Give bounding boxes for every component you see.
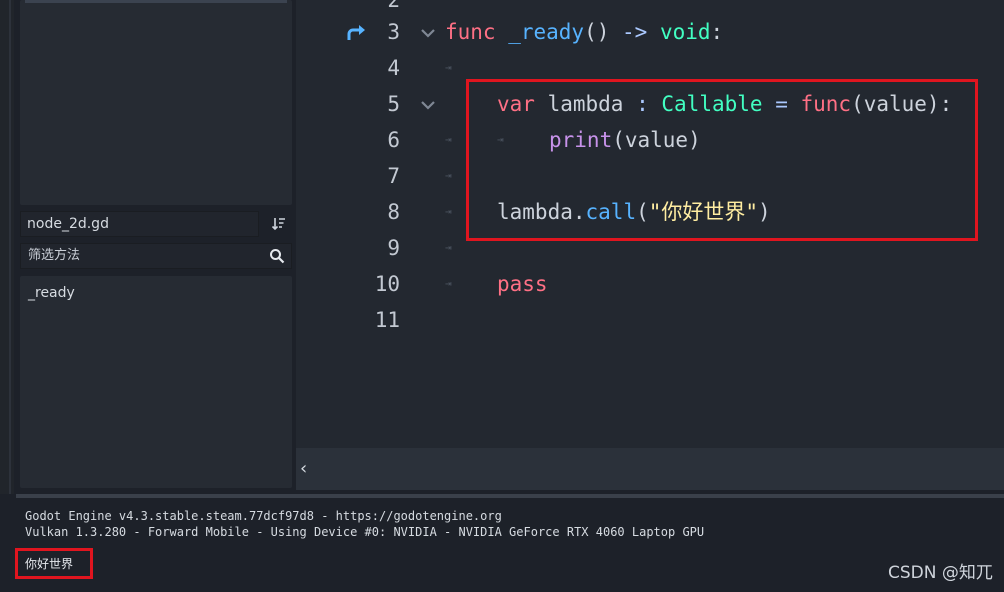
line-number: 8	[387, 200, 400, 224]
highlight-box	[466, 79, 978, 241]
left-dock-edge	[0, 0, 14, 494]
line-number: 10	[374, 272, 400, 296]
sort-icon	[271, 218, 285, 231]
code-arrow: ->	[609, 20, 648, 44]
line-number: 4	[387, 56, 400, 80]
tab-marker-icon: ⇥	[445, 133, 452, 146]
tab-marker-icon: ⇥	[445, 61, 452, 74]
methods-list	[20, 276, 292, 488]
code-keyword: pass	[497, 272, 548, 296]
code-function-name: _ready	[495, 20, 585, 44]
watermark: CSDN @知兀	[888, 563, 993, 583]
editor-status-bar	[296, 448, 1004, 490]
tab-marker-icon: ⇥	[445, 241, 452, 254]
output-line: Godot Engine v4.3.stable.steam.77dcf97d8…	[25, 509, 502, 523]
sort-button[interactable]	[266, 211, 292, 237]
fold-chevron-icon[interactable]	[419, 27, 437, 39]
scripts-list[interactable]	[20, 0, 292, 205]
code-parens: ()	[584, 20, 610, 44]
highlight-box	[15, 548, 93, 579]
line-number: 7	[387, 164, 400, 188]
tab-marker-icon: ⇥	[445, 169, 452, 182]
filter-methods-input[interactable]: 筛选方法	[20, 243, 292, 269]
script-file-name-field[interactable]: node_2d.gd	[20, 211, 259, 237]
scripts-list-selected-item[interactable]	[25, 0, 287, 3]
code-type: void	[647, 20, 711, 44]
tab-marker-icon: ⇥	[445, 277, 452, 290]
dock-splitter[interactable]	[9, 0, 11, 494]
line-number: 3	[387, 20, 400, 44]
code-line-3[interactable]: func _ready() -> void:	[445, 14, 723, 50]
code-colon: :	[710, 20, 724, 44]
method-item-ready[interactable]: _ready	[28, 284, 75, 302]
code-line-10[interactable]: pass	[497, 266, 548, 302]
line-number: 5	[387, 92, 400, 116]
chevron-left-icon[interactable]: ‹	[300, 458, 307, 480]
code-keyword: func	[445, 20, 496, 44]
tab-marker-icon: ⇥	[445, 205, 452, 218]
fold-chevron-icon[interactable]	[419, 99, 437, 111]
line-number: 9	[387, 236, 400, 260]
output-line: Vulkan 1.3.280 - Forward Mobile - Using …	[25, 525, 705, 539]
line-number: 6	[387, 128, 400, 152]
search-icon	[270, 249, 285, 264]
line-number: 11	[374, 308, 400, 332]
